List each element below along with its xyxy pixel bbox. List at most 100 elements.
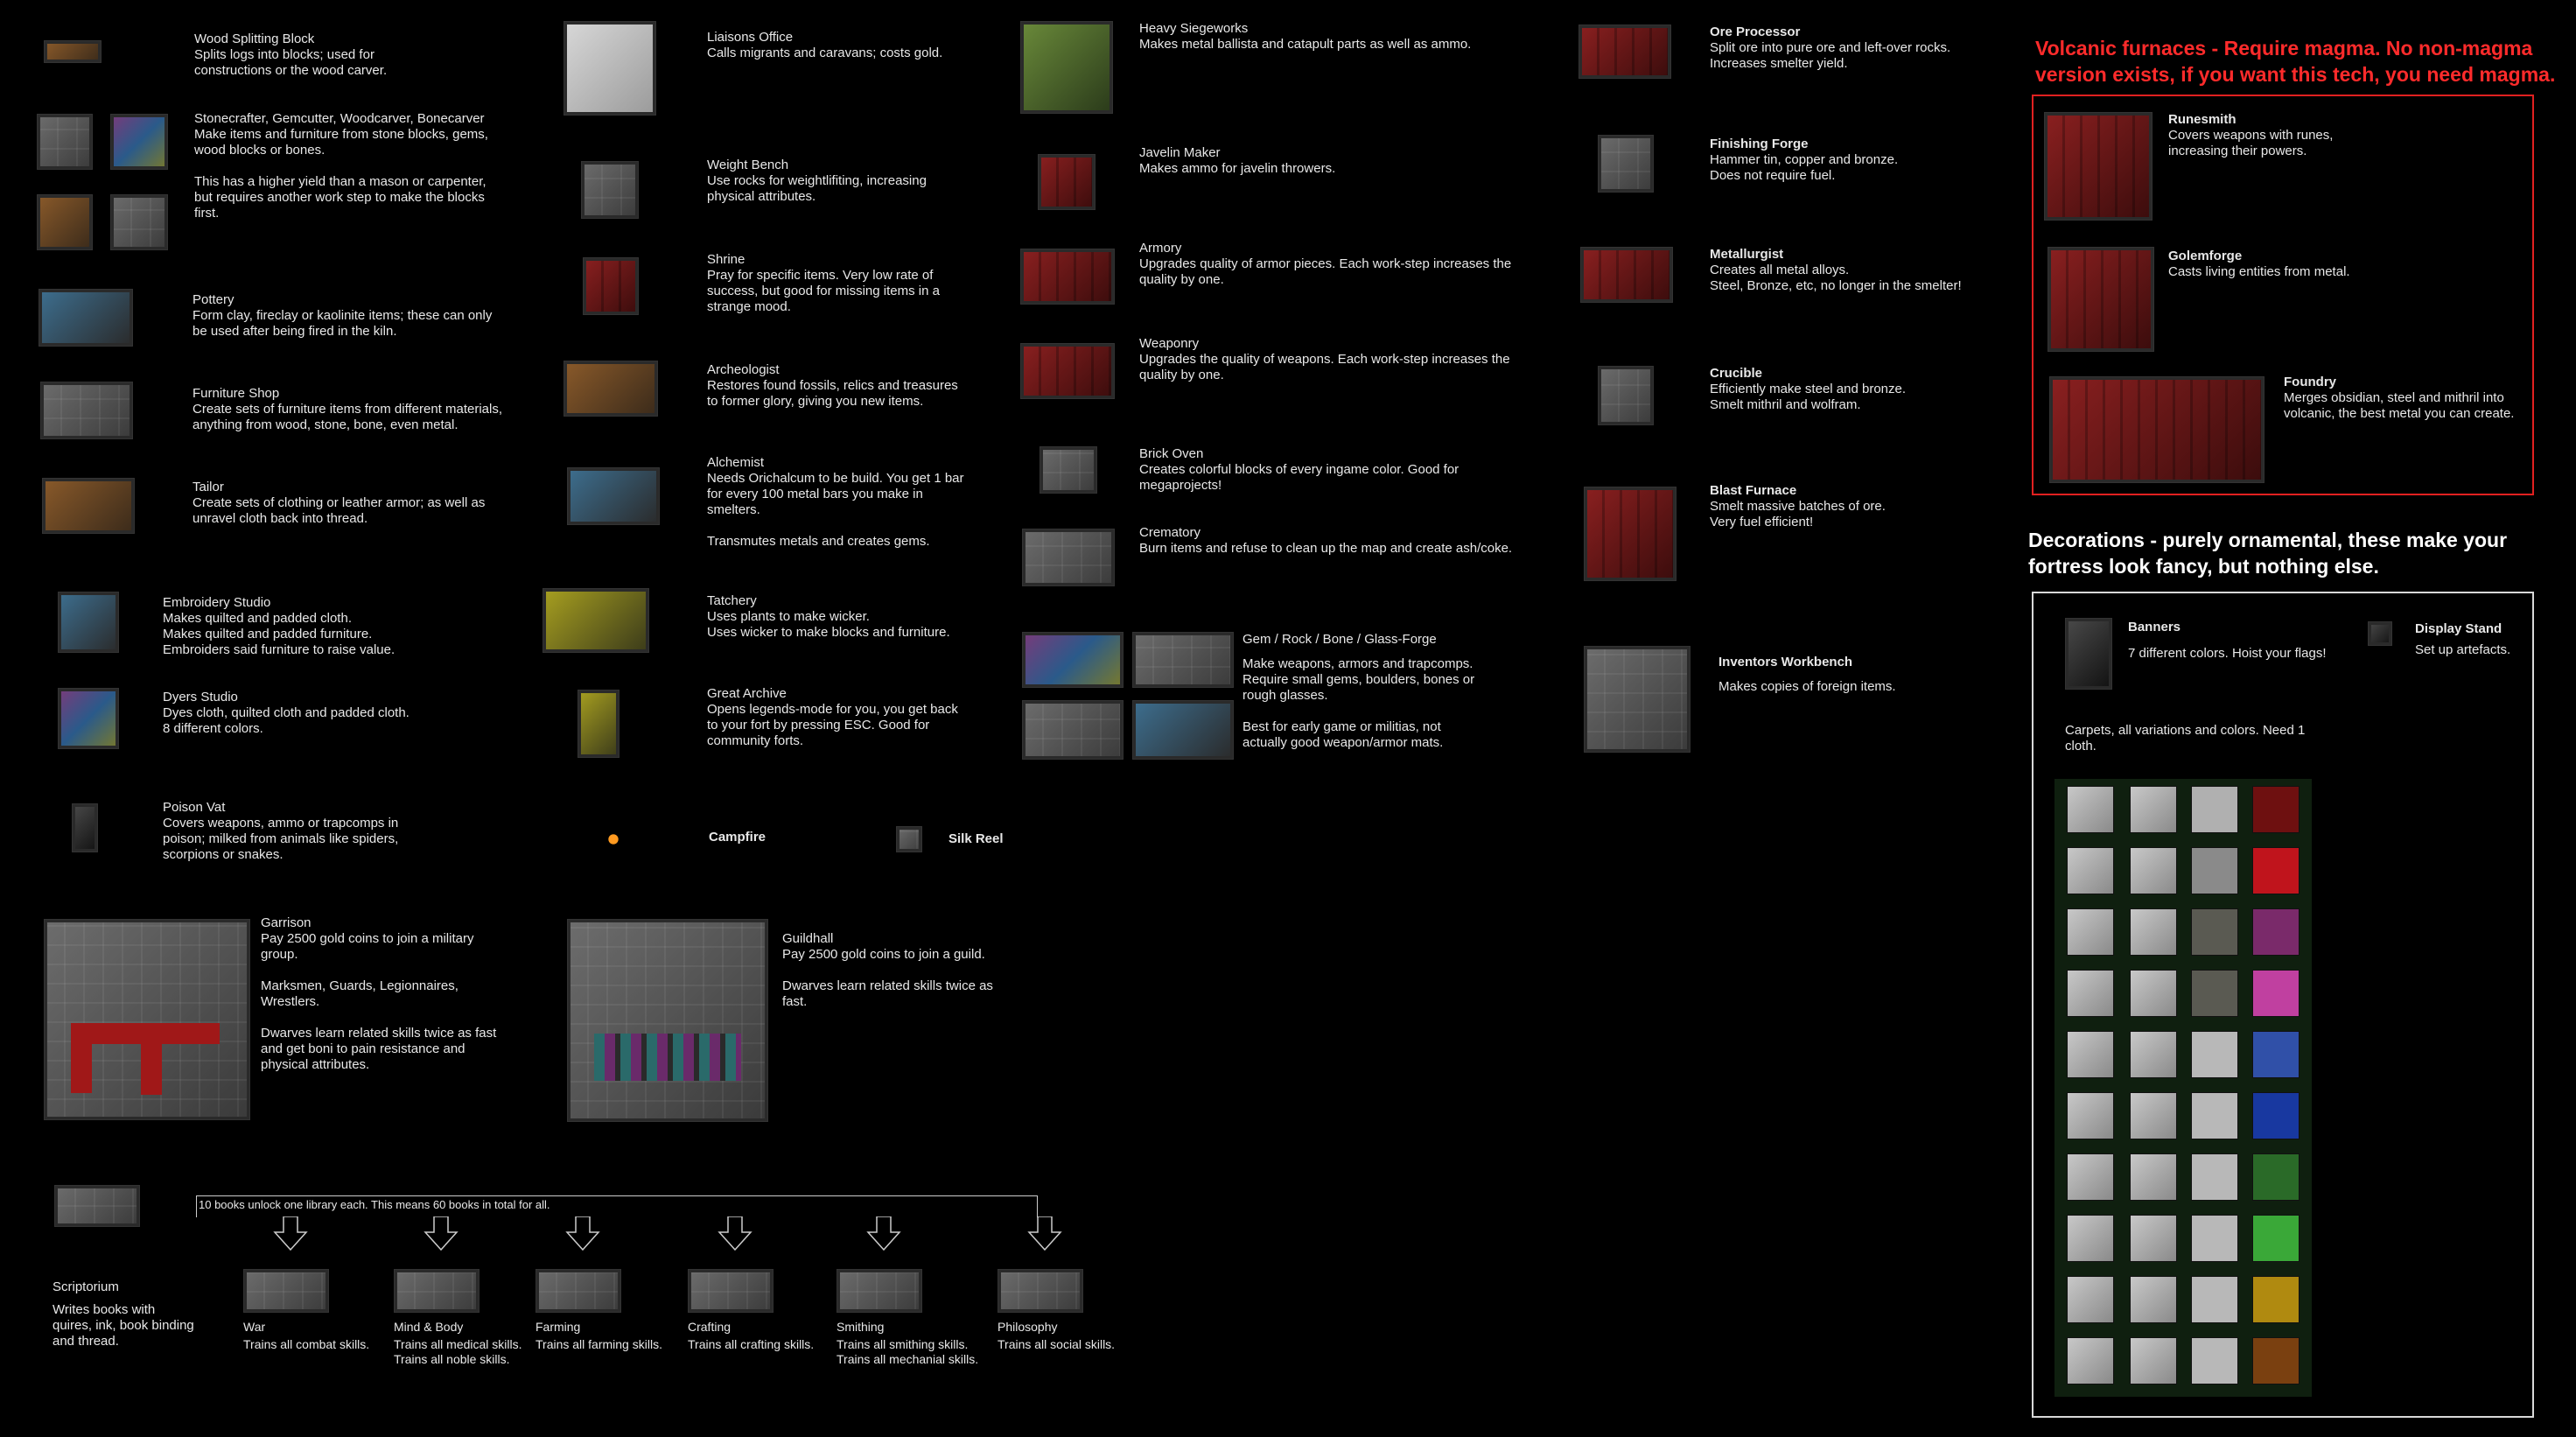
library-arrow-icon <box>866 1216 901 1251</box>
carpet-color-swatch <box>2252 786 2300 833</box>
library-name: Smithing <box>836 1320 885 1334</box>
furniture-shop-entry: Furniture Shop Create sets of furniture … <box>192 386 502 433</box>
entry-title: Shrine <box>707 252 746 267</box>
bonecarver-icon <box>110 194 168 250</box>
guildhall-entry: Guildhall Pay 2500 gold coins to join a … <box>782 931 993 1010</box>
carpet-pattern-swatch <box>2191 970 2238 1017</box>
entry-title: Ore Processor <box>1710 25 1801 39</box>
entry-title: Scriptorium <box>52 1279 119 1294</box>
pottery-icon <box>38 289 133 347</box>
entry-desc: Set up artefacts. <box>2415 642 2511 657</box>
entry-title: Silk Reel <box>948 831 1004 846</box>
entry-title: Campfire <box>709 830 766 845</box>
liaisons-office-icon <box>564 21 656 116</box>
armory-icon <box>1020 249 1115 305</box>
crematory-entry: Crematory Burn items and refuse to clean… <box>1139 525 1512 557</box>
carpet-pattern-swatch <box>2130 786 2177 833</box>
scriptorium-entry: Scriptorium Writes books with quires, in… <box>52 1279 194 1349</box>
entry-title: Blast Furnace <box>1710 483 1797 498</box>
carpets-entry: Carpets, all variations and colors. Need… <box>2065 723 2305 754</box>
guildhall-map-icon <box>567 919 768 1122</box>
garrison-entry: Garrison Pay 2500 gold coins to join a m… <box>261 915 496 1073</box>
entry-title: Tailor <box>192 480 224 494</box>
blast-furnace-entry: Blast Furnace Smelt massive batches of o… <box>1710 483 1886 530</box>
entry-desc: Makes metal ballista and catapult parts … <box>1139 37 1472 52</box>
entry-desc: Covers weapons, ammo or trapcomps in poi… <box>163 816 399 862</box>
campfire-entry: Campfire <box>709 830 766 845</box>
entry-title: Foundry <box>2284 375 2336 389</box>
entry-title: Alchemist <box>707 455 765 470</box>
entry-desc: Splits logs into blocks; used for constr… <box>194 47 388 78</box>
entry-desc: Makes ammo for javelin throwers. <box>1139 161 1336 176</box>
tailor-entry: Tailor Create sets of clothing or leathe… <box>192 480 485 527</box>
carpet-pattern-swatch <box>2191 847 2238 894</box>
display-stand-entry: Display Stand Set up artefacts. <box>2415 621 2510 658</box>
carpet-pattern-swatch <box>2067 908 2114 956</box>
carpet-color-swatch <box>2252 970 2300 1017</box>
runesmith-icon <box>2044 112 2152 221</box>
entry-title: Armory <box>1139 241 1182 256</box>
carpet-pattern-swatch <box>2067 786 2114 833</box>
entry-title: Crucible <box>1710 366 1763 381</box>
bone-forge-icon <box>1022 700 1124 760</box>
carpet-pattern-swatch <box>2191 1276 2238 1323</box>
entry-desc: Use rocks for weightlifiting, increasing… <box>707 173 927 204</box>
gemcutter-icon <box>110 114 168 170</box>
carpet-pattern-swatch <box>2130 908 2177 956</box>
carpet-color-swatch <box>2252 1153 2300 1201</box>
carpet-pattern-swatch <box>2130 1153 2177 1201</box>
metallurgist-icon <box>1580 247 1673 303</box>
scriptorium-icon <box>54 1185 140 1227</box>
metallurgist-entry: Metallurgist Creates all metal alloys. S… <box>1710 247 1962 294</box>
entry-title: Banners <box>2128 620 2181 634</box>
entry-desc: Make items and furniture from stone bloc… <box>194 127 488 221</box>
carpet-pattern-swatch <box>2130 1337 2177 1384</box>
garrison-map-icon <box>44 919 250 1120</box>
library-desc: Trains all combat skills. <box>243 1337 370 1351</box>
crucible-icon <box>1598 366 1654 425</box>
library-icon <box>836 1269 922 1313</box>
woodcarver-icon <box>37 194 93 250</box>
entry-title: Tatchery <box>707 593 757 608</box>
carpet-pattern-swatch <box>2067 847 2114 894</box>
rock-forge-icon <box>1132 632 1234 688</box>
library-icon <box>243 1269 329 1313</box>
pottery-entry: Pottery Form clay, fireclay or kaolinite… <box>192 292 492 340</box>
entry-title: Dyers Studio <box>163 690 238 704</box>
finishing-forge-entry: Finishing Forge Hammer tin, copper and b… <box>1710 137 1898 184</box>
entry-desc: Makes copies of foreign items. <box>1718 679 1896 694</box>
alchemist-icon <box>567 467 660 525</box>
heavy-siegeworks-entry: Heavy Siegeworks Makes metal ballista an… <box>1139 21 1471 53</box>
carpet-color-swatch <box>2252 1276 2300 1323</box>
entry-desc: Dyes cloth, quilted cloth and padded clo… <box>163 705 410 736</box>
great-archive-entry: Great Archive Opens legends-mode for you… <box>707 686 958 749</box>
library-icon <box>394 1269 480 1313</box>
golemforge-entry: Golemforge Casts living entities from me… <box>2168 249 2350 280</box>
entry-desc: Opens legends-mode for you, you get back… <box>707 702 958 748</box>
entry-title: Javelin Maker <box>1139 145 1221 160</box>
entry-title: Wood Splitting Block <box>194 32 315 46</box>
weight-bench-icon <box>581 161 639 219</box>
silk-reel-icon <box>896 826 922 852</box>
entry-title: Great Archive <box>707 686 787 701</box>
library-icon <box>688 1269 774 1313</box>
javelin-maker-icon <box>1038 154 1096 210</box>
library-name: Farming <box>536 1320 581 1334</box>
carpet-pattern-swatch <box>2130 1276 2177 1323</box>
poison-vat-entry: Poison Vat Covers weapons, ammo or trapc… <box>163 800 398 863</box>
crematory-icon <box>1022 529 1115 586</box>
alchemist-entry: Alchemist Needs Orichalcum to be build. … <box>707 455 964 550</box>
carpet-pattern-swatch <box>2130 1215 2177 1262</box>
carpet-pattern-swatch <box>2067 1153 2114 1201</box>
entry-title: Guildhall <box>782 931 834 946</box>
entry-title: Display Stand <box>2415 621 2502 636</box>
shrine-entry: Shrine Pray for specific items. Very low… <box>707 252 940 315</box>
ore-processor-icon <box>1578 25 1671 79</box>
stonecrafter-icon <box>37 114 93 170</box>
weaponry-icon <box>1020 343 1115 399</box>
carpet-color-swatch <box>2252 1092 2300 1139</box>
library-arrow-icon <box>565 1216 600 1251</box>
library-desc: Trains all smithing skills. Trains all m… <box>836 1337 979 1366</box>
entry-title: Runesmith <box>2168 112 2236 127</box>
entry-title: Poison Vat <box>163 800 226 815</box>
